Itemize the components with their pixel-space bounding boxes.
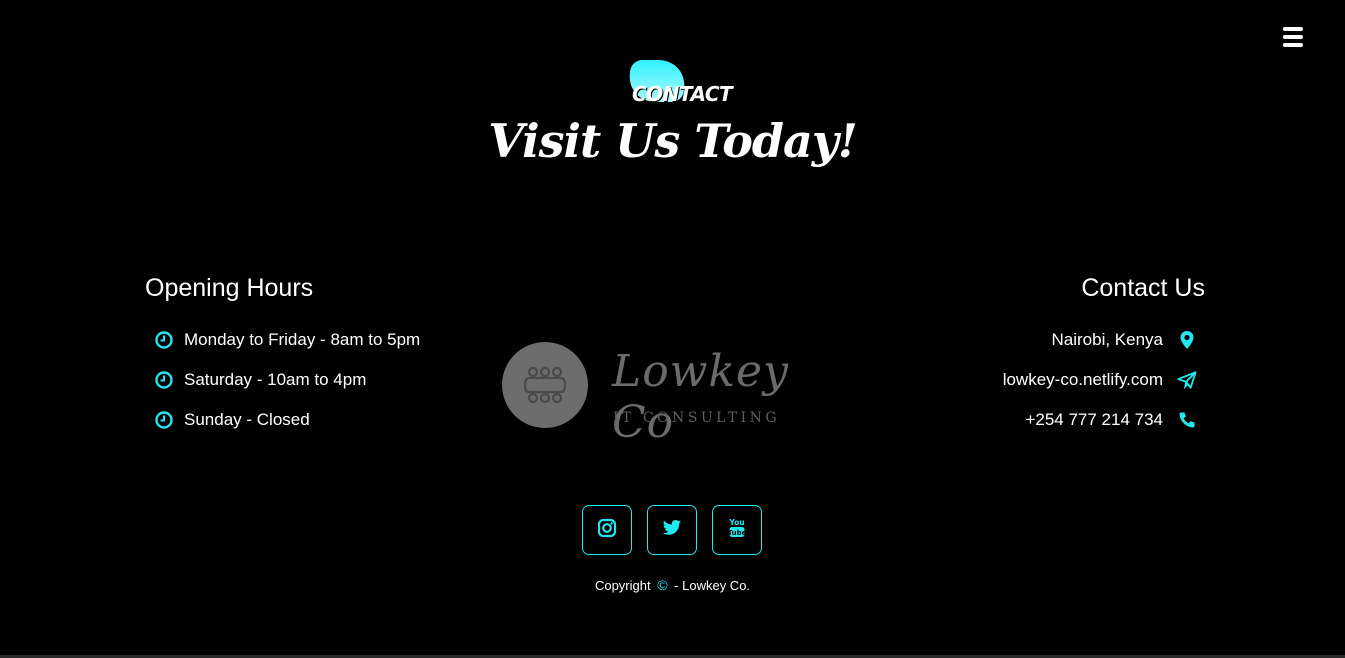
copyright: Copyright © - Lowkey Co. [0, 577, 1345, 593]
clock-icon [154, 330, 174, 350]
contact-text[interactable]: lowkey-co.netlify.com [1003, 370, 1163, 390]
copyright-icon: © [657, 577, 668, 593]
contact-row: Nairobi, Kenya [960, 320, 1205, 360]
contact-row[interactable]: lowkey-co.netlify.com [960, 360, 1205, 400]
hours-row: Saturday - 10am to 4pm [145, 360, 505, 400]
social-links: You Tube [582, 505, 762, 555]
page-title: Visit Us Today! [488, 114, 858, 168]
contact-us-section: Contact Us Nairobi, Kenya lowkey-co.netl… [960, 272, 1205, 440]
hamburger-menu-icon[interactable] [1283, 27, 1305, 49]
opening-hours-title: Opening Hours [145, 274, 314, 302]
hours-row: Sunday - Closed [145, 400, 505, 440]
hours-text: Monday to Friday - 8am to 5pm [184, 330, 421, 349]
section-eyebrow: CONTACT [620, 58, 733, 108]
contact-us-title: Contact Us [1081, 274, 1205, 302]
copyright-suffix: - Lowkey Co. [674, 578, 751, 593]
logo-name: Lowkey Co [612, 346, 789, 448]
hours-text: Saturday - 10am to 4pm [184, 370, 367, 389]
opening-hours-section: Opening Hours Monday to Friday - 8am to … [145, 272, 505, 440]
logo-circle [502, 342, 588, 428]
clock-icon [154, 410, 174, 430]
instagram-icon [597, 518, 617, 542]
copyright-prefix: Copyright [594, 578, 651, 593]
contact-text[interactable]: +254 777 214 734 [1025, 410, 1163, 430]
paper-plane-icon [1177, 370, 1197, 390]
youtube-button[interactable]: You Tube [712, 505, 762, 555]
svg-text:Tube: Tube [728, 529, 746, 537]
hours-text: Sunday - Closed [184, 410, 310, 429]
logo-subtitle: IT CONSULTING [613, 410, 781, 426]
twitter-button[interactable] [647, 505, 697, 555]
contact-text: Nairobi, Kenya [1051, 330, 1163, 349]
svg-text:You: You [728, 518, 744, 527]
instagram-button[interactable] [582, 505, 632, 555]
phone-icon [1177, 410, 1197, 430]
clock-icon [154, 370, 174, 390]
twitter-icon [662, 519, 682, 541]
map-pin-icon [1177, 330, 1197, 350]
contact-page: CONTACT Visit Us Today! Opening Hours Mo… [0, 0, 1345, 658]
hours-row: Monday to Friday - 8am to 5pm [145, 320, 505, 360]
eyebrow-text: CONTACT [632, 82, 733, 106]
youtube-icon: You Tube [728, 517, 747, 543]
contact-row[interactable]: +254 777 214 734 [960, 400, 1205, 440]
company-logo: Lowkey Co IT CONSULTING [500, 340, 860, 448]
